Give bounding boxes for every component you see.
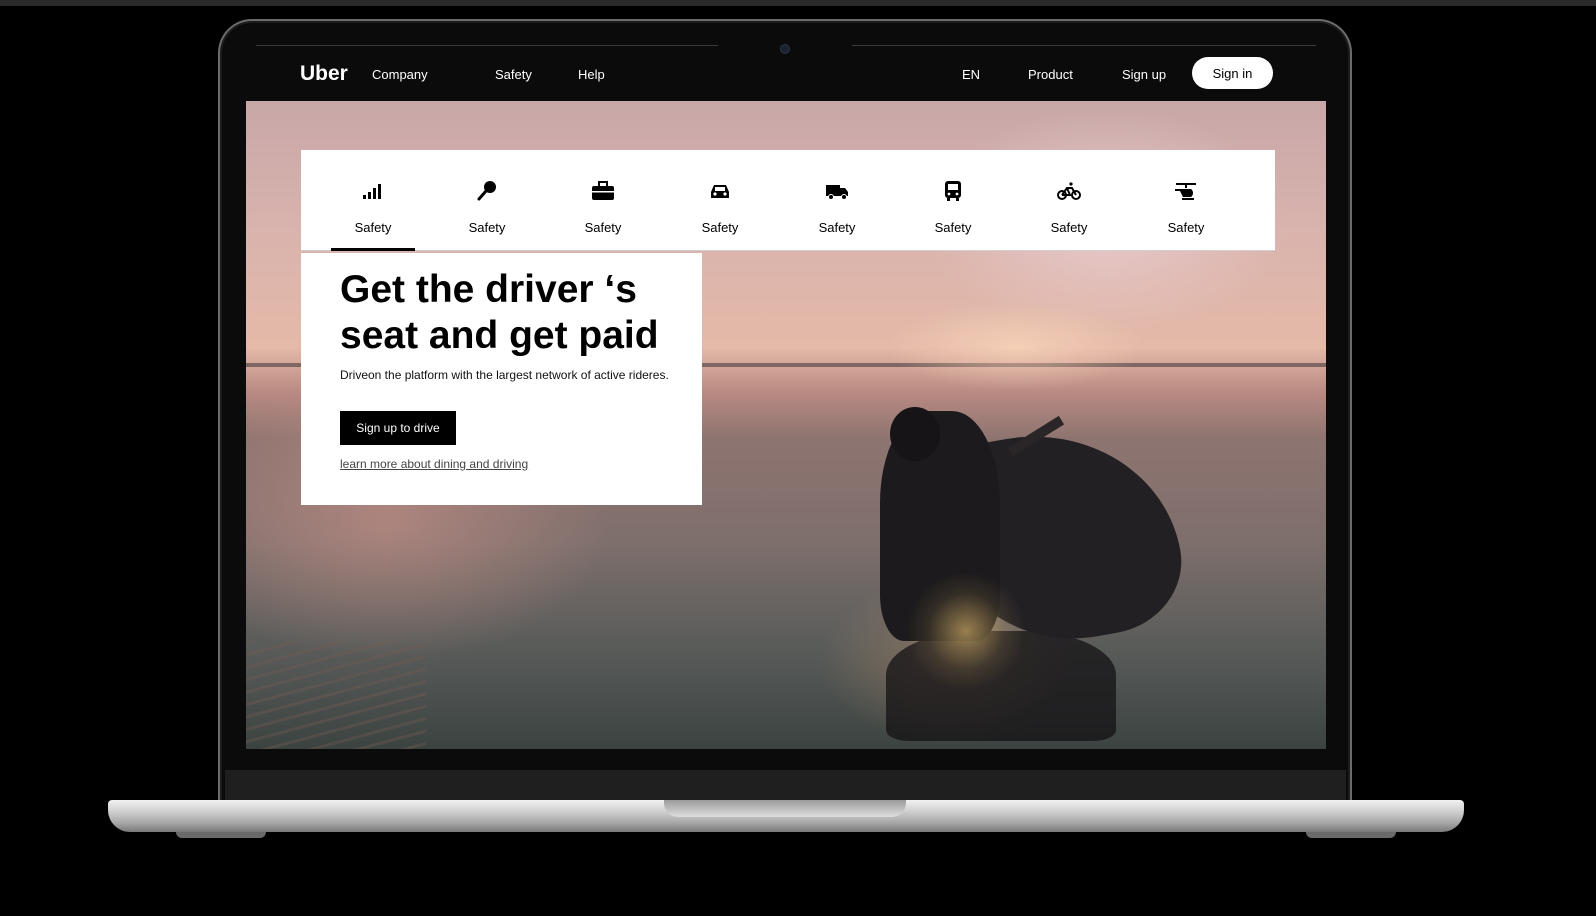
tab-signal[interactable]: Safety — [331, 150, 415, 251]
hero-card: Get the driver ‘s seat and get paid Driv… — [301, 253, 702, 505]
sand-ripples — [246, 641, 426, 749]
product-tabs: Safety Safety Safety Safety Safety Safet… — [301, 150, 1275, 251]
language-selector[interactable]: EN — [962, 67, 980, 82]
signup-link[interactable]: Sign up — [1122, 67, 1166, 82]
hero-subtitle: Driveon the platform with the largest ne… — [340, 368, 669, 382]
laptop-notch — [664, 800, 906, 817]
briefcase-icon — [589, 180, 617, 202]
bezel-line — [852, 45, 1316, 46]
tab-label: Safety — [818, 220, 856, 235]
lens-flare — [906, 571, 1026, 691]
learn-more-link[interactable]: learn more about dining and driving — [340, 457, 528, 471]
tab-car[interactable]: Safety — [678, 150, 762, 250]
signin-button[interactable]: Sign in — [1192, 57, 1273, 89]
tab-bus[interactable]: Safety — [911, 150, 995, 250]
tab-helicopter[interactable]: Safety — [1144, 150, 1228, 250]
tab-label: Safety — [468, 220, 506, 235]
site-navbar: Uber Company Safety Help EN Product Sign… — [246, 52, 1326, 102]
nav-link-help[interactable]: Help — [578, 67, 605, 82]
car-icon — [706, 180, 734, 202]
signal-bars-icon — [359, 180, 387, 202]
top-strip — [0, 0, 1596, 6]
bus-icon — [939, 180, 967, 202]
tab-bicycle[interactable]: Safety — [1027, 150, 1111, 250]
signup-to-drive-button[interactable]: Sign up to drive — [340, 411, 456, 445]
laptop-foot — [1306, 832, 1396, 838]
microphone-icon — [473, 180, 501, 202]
tab-label: Safety — [584, 220, 622, 235]
truck-icon — [823, 180, 851, 202]
tab-label: Safety — [354, 220, 392, 235]
tab-label: Safety — [1167, 220, 1205, 235]
tab-microphone[interactable]: Safety — [445, 150, 529, 250]
tab-label: Safety — [1050, 220, 1088, 235]
tab-label: Safety — [934, 220, 972, 235]
bicycle-icon — [1055, 180, 1083, 202]
helicopter-icon — [1172, 180, 1200, 202]
nav-link-product[interactable]: Product — [1028, 67, 1073, 82]
tab-truck[interactable]: Safety — [795, 150, 879, 250]
bezel-line — [256, 45, 718, 46]
brand-logo[interactable]: Uber — [300, 62, 348, 86]
tab-briefcase[interactable]: Safety — [561, 150, 645, 250]
sun-glow — [886, 301, 1146, 391]
tab-label: Safety — [701, 220, 739, 235]
figure-head — [890, 407, 940, 461]
nav-link-safety[interactable]: Safety — [495, 67, 532, 82]
hero-title: Get the driver ‘s seat and get paid — [340, 268, 659, 357]
laptop-foot — [176, 832, 266, 838]
lid-bottom-bezel — [225, 770, 1346, 800]
nav-link-company[interactable]: Company — [372, 67, 428, 82]
